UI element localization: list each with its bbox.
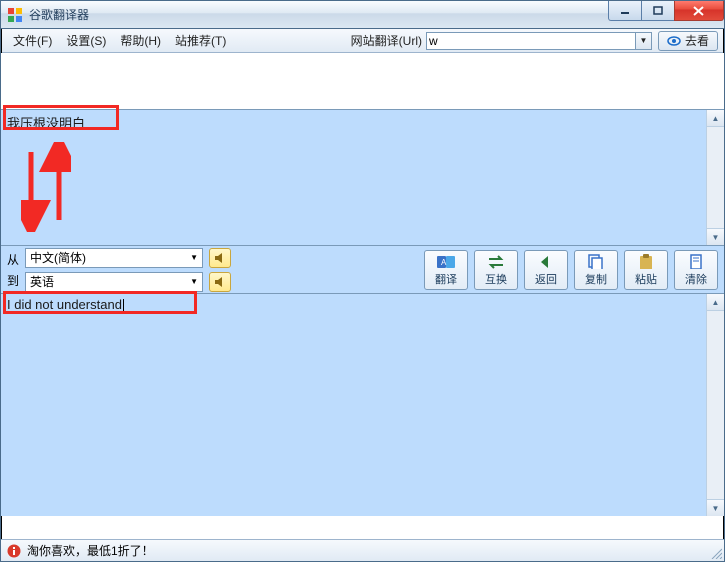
output-textarea[interactable]: I did not understand ▲ ▼	[1, 294, 724, 516]
menubar: 文件(F) 设置(S) 帮助(H) 站推荐(T) 网站翻译(Url) ▼ 去看	[1, 29, 724, 53]
titlebar: 谷歌翻译器	[1, 1, 724, 29]
speak-target-button[interactable]	[209, 272, 231, 292]
copy-button[interactable]: 复制	[574, 250, 618, 290]
paste-button[interactable]: 粘贴	[624, 250, 668, 290]
info-icon	[7, 544, 21, 558]
maximize-button[interactable]	[641, 1, 675, 21]
language-toolbar-row: 从 到 中文(简体) ▼ 英语 ▼	[1, 246, 724, 294]
scroll-down-icon[interactable]: ▼	[707, 228, 724, 245]
menu-recommend[interactable]: 站推荐(T)	[169, 30, 232, 51]
output-text: I did not understand	[7, 297, 122, 312]
to-language-select[interactable]: 英语 ▼	[25, 272, 203, 292]
paste-label: 粘贴	[635, 271, 657, 287]
menu-settings[interactable]: 设置(S)	[60, 30, 112, 51]
go-button-label: 去看	[685, 32, 709, 49]
to-language-value: 英语	[30, 273, 54, 290]
scroll-up-icon[interactable]: ▲	[707, 294, 724, 311]
app-icon	[7, 7, 23, 23]
clear-label: 清除	[685, 271, 707, 287]
scroll-up-icon[interactable]: ▲	[707, 110, 724, 127]
svg-text:A: A	[441, 258, 447, 267]
speaker-icon	[214, 252, 226, 264]
output-scrollbar[interactable]: ▲ ▼	[706, 294, 724, 516]
go-button[interactable]: 去看	[658, 31, 718, 51]
chevron-down-icon: ▼	[190, 253, 198, 262]
speak-source-button[interactable]	[209, 248, 231, 268]
from-language-value: 中文(简体)	[30, 249, 86, 266]
window-controls	[609, 1, 724, 21]
source-text: 我压根没明白	[7, 116, 85, 131]
translate-label: 翻译	[435, 271, 457, 287]
back-icon	[536, 253, 556, 269]
swap-button[interactable]: 互换	[474, 250, 518, 290]
source-textarea[interactable]: 我压根没明白 ▲ ▼	[1, 109, 724, 246]
blank-area	[1, 53, 724, 109]
from-label: 从	[7, 251, 19, 268]
speaker-icon	[214, 276, 226, 288]
scroll-down-icon[interactable]: ▼	[707, 499, 724, 516]
swap-icon	[486, 253, 506, 269]
statusbar: 淘你喜欢，最低1折了！	[1, 539, 724, 561]
back-button[interactable]: 返回	[524, 250, 568, 290]
url-dropdown-arrow[interactable]: ▼	[636, 32, 652, 50]
resize-grip-icon[interactable]	[710, 547, 722, 559]
clear-button[interactable]: 清除	[674, 250, 718, 290]
swap-label: 互换	[485, 271, 507, 287]
translate-button[interactable]: A 翻译	[424, 250, 468, 290]
copy-icon	[586, 253, 606, 269]
minimize-button[interactable]	[608, 1, 642, 21]
window-title: 谷歌翻译器	[29, 6, 89, 23]
url-translate-label: 网站翻译(Url)	[351, 32, 422, 49]
eye-icon	[667, 35, 681, 47]
chevron-down-icon: ▼	[190, 277, 198, 286]
text-cursor	[123, 299, 124, 313]
close-button[interactable]	[674, 1, 724, 21]
paste-icon	[636, 253, 656, 269]
menu-file[interactable]: 文件(F)	[7, 30, 58, 51]
translate-icon: A	[436, 253, 456, 269]
copy-label: 复制	[585, 271, 607, 287]
annotation-arrows	[21, 142, 71, 232]
menu-help[interactable]: 帮助(H)	[114, 30, 167, 51]
source-scrollbar[interactable]: ▲ ▼	[706, 110, 724, 245]
to-label: 到	[7, 272, 19, 289]
status-text: 淘你喜欢，最低1折了！	[27, 542, 154, 559]
clear-icon	[686, 253, 706, 269]
url-input[interactable]	[426, 32, 636, 50]
back-label: 返回	[535, 271, 557, 287]
from-language-select[interactable]: 中文(简体) ▼	[25, 248, 203, 268]
